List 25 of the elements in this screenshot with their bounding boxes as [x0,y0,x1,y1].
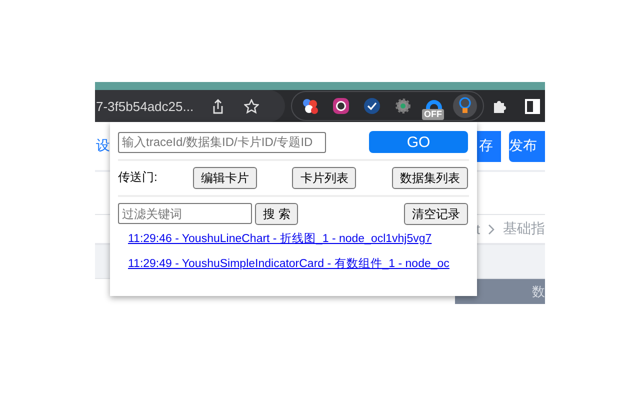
star-icon[interactable] [244,98,259,114]
search-button[interactable]: 搜 索 [255,203,298,225]
share-icon[interactable] [212,98,224,114]
filter-input[interactable]: 过滤关键词 [118,203,252,224]
ring-icon [332,97,350,115]
portal-label: 传送门: [118,169,158,186]
portal-button[interactable]: 卡片列表 [292,167,356,189]
history-link[interactable]: 11:29:49 - YoushuSimpleIndicatorCard - 有数组件_1 - node_oc [128,256,450,271]
history-link[interactable]: 11:29:46 - YoushuLineChart - 折线图_1 - node_ocl1vhj5vg7 [128,231,432,246]
go-button[interactable]: GO [369,131,468,153]
gear-icon [394,97,412,115]
chevron-icon [488,224,495,234]
check-icon [363,97,381,115]
puzzle-icon[interactable] [492,98,508,114]
extension-button[interactable] [453,94,477,118]
id-input[interactable]: 输入traceId/数据集ID/卡片ID/专题ID [118,132,326,152]
publish-button[interactable]: 发布 [509,130,545,162]
portal-button[interactable]: 数据集列表 [392,167,468,189]
side-panel-icon[interactable] [525,98,540,114]
menu-text[interactable]: 设 [96,137,110,155]
portal-button[interactable]: 编辑卡片 [192,167,257,189]
clear-button[interactable]: 清空记录 [404,203,468,225]
bulb-icon [458,97,472,115]
blocks-icon [301,97,319,115]
off-badge: OFF [422,109,444,120]
